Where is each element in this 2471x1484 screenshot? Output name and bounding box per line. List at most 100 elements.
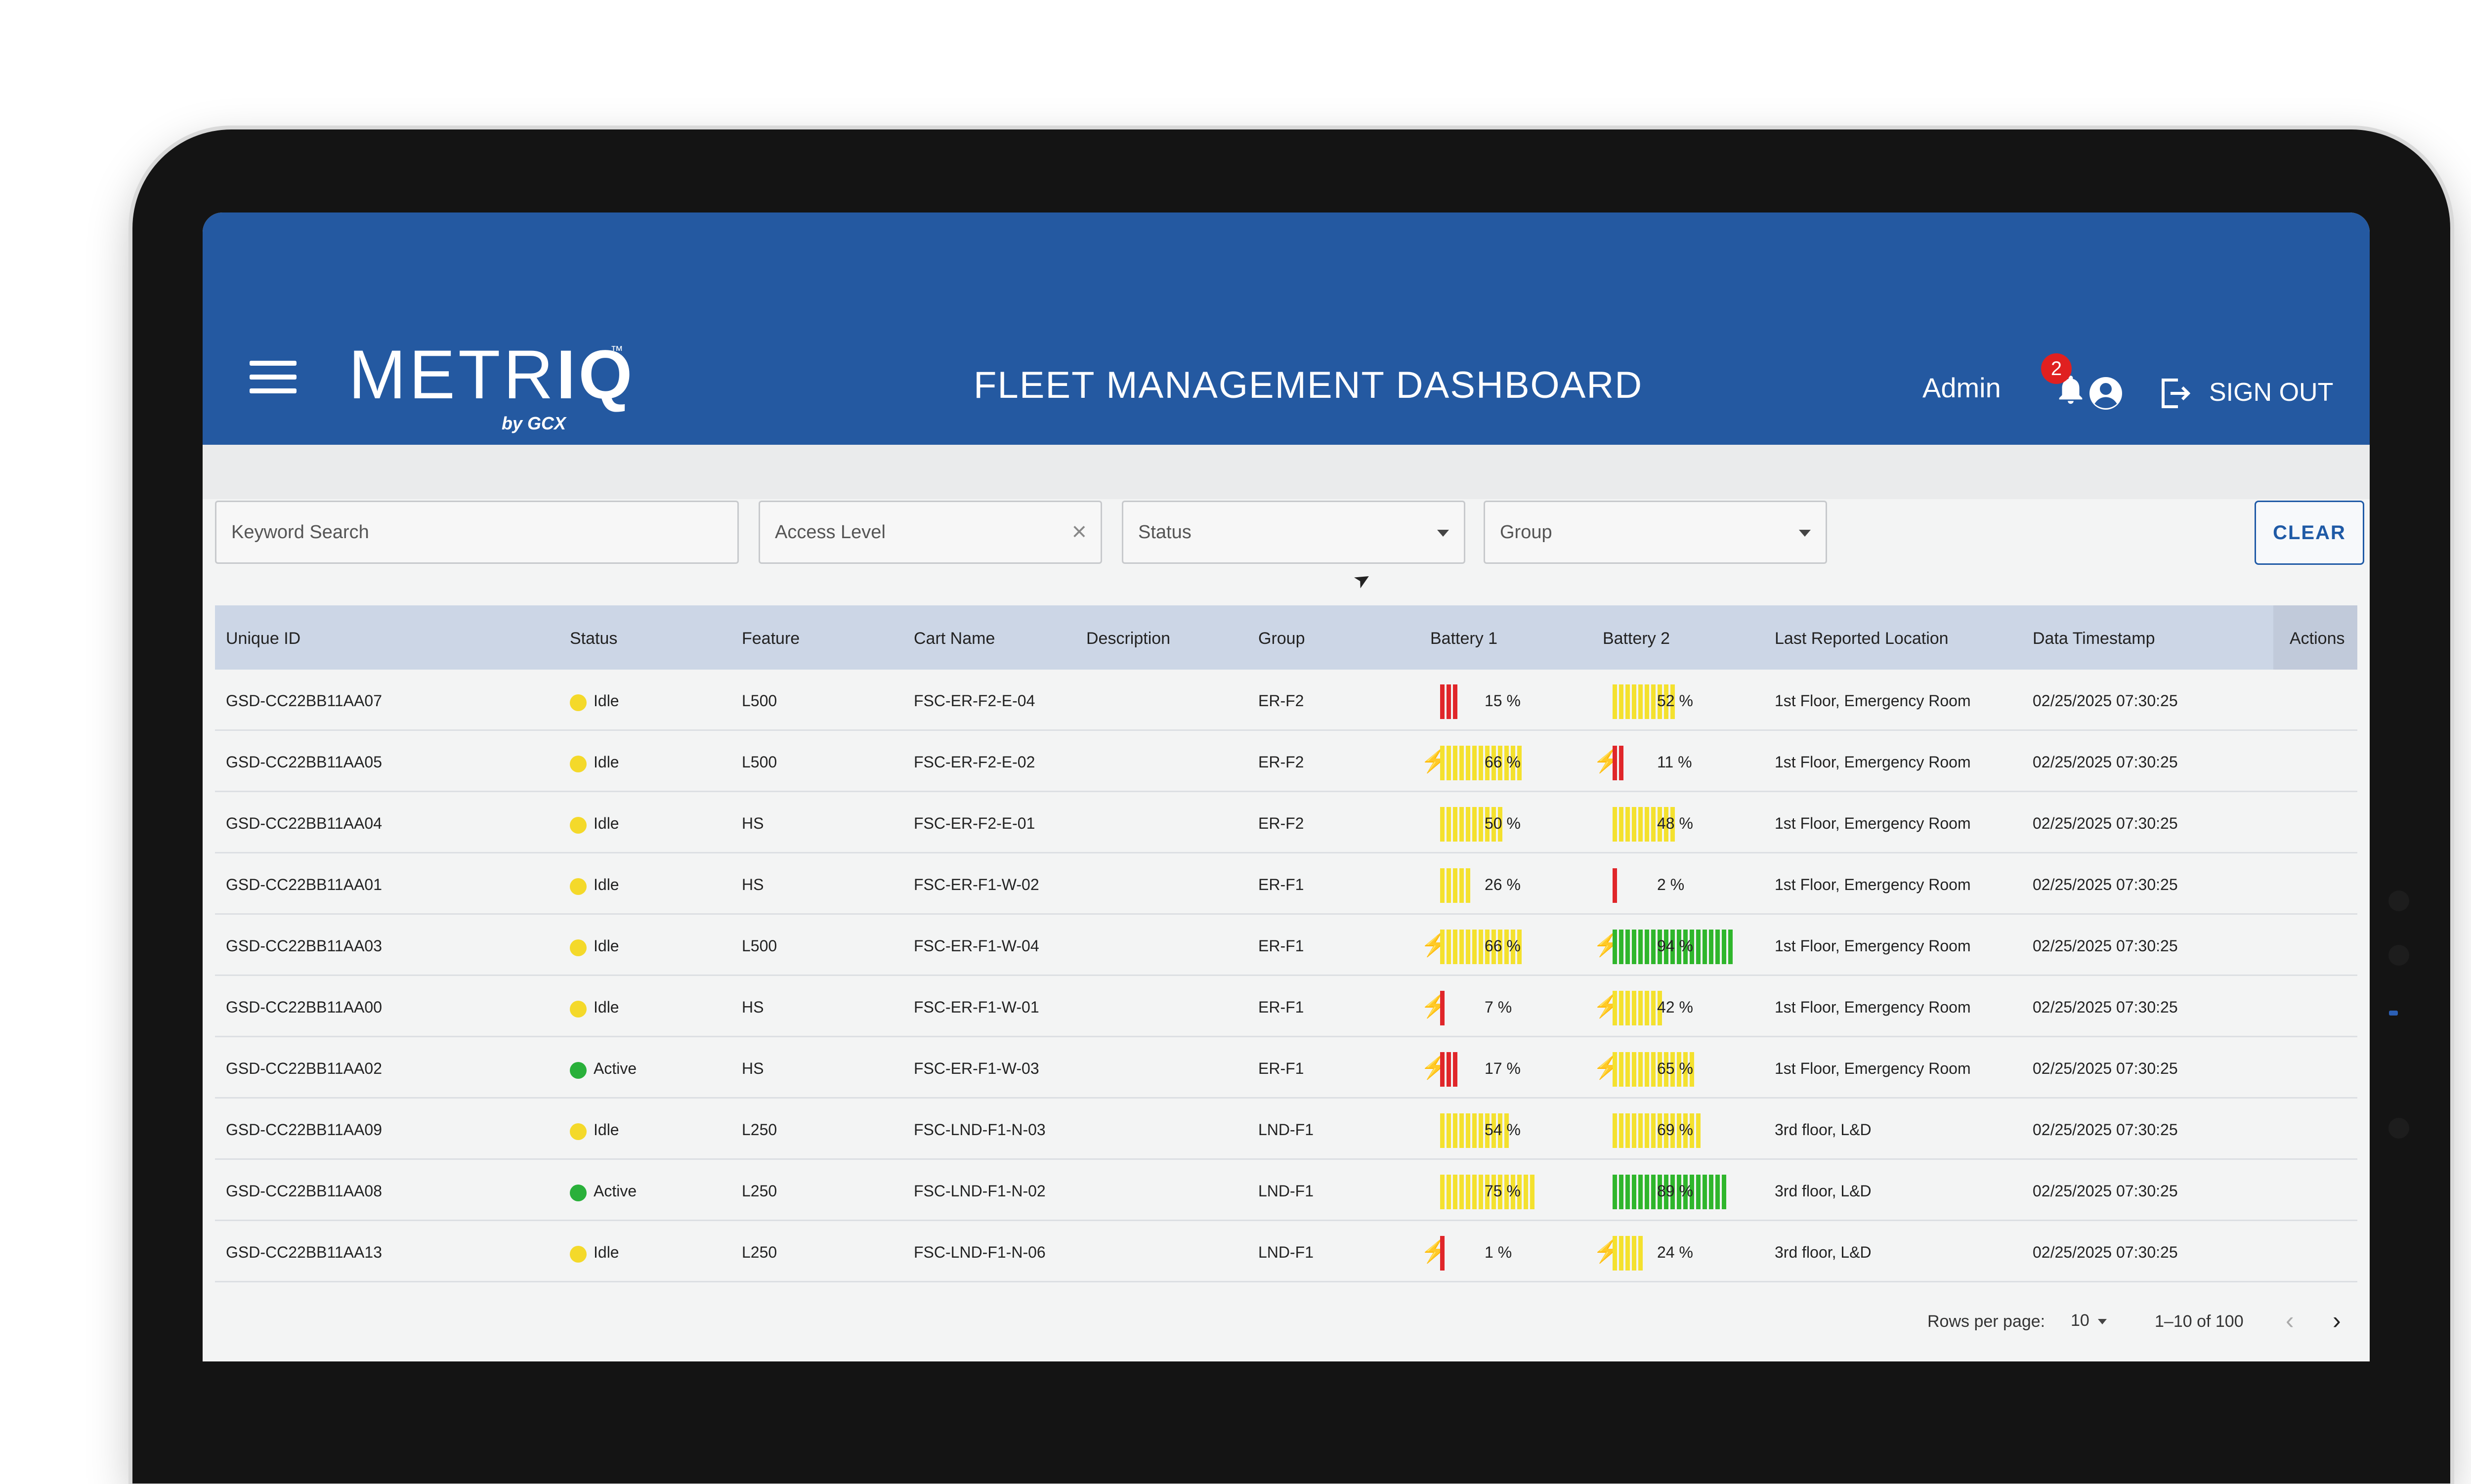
feature-cell: L250 (742, 1182, 777, 1200)
access-level-field[interactable]: Access Level × (759, 501, 1102, 564)
sign-out-button[interactable]: SIGN OUT (2209, 378, 2333, 407)
status-dot-icon (570, 878, 587, 895)
battery-1-percent: 66 % (1485, 753, 1521, 771)
menu-icon[interactable] (250, 361, 297, 395)
table-row[interactable]: GSD-CC22BB11AA05 Idle L500 FSC-ER-F2-E-02 ER… (215, 731, 2357, 792)
feature-cell: L500 (742, 753, 777, 771)
feature-cell: L500 (742, 692, 777, 710)
status-cell: Idle (594, 876, 619, 893)
cart-name-cell: FSC-LND-F1-N-03 (914, 1121, 1046, 1139)
camera-dot (2388, 945, 2409, 966)
table-row[interactable]: GSD-CC22BB11AA09 Idle L250 FSC-LND-F1-N-03 L… (215, 1099, 2357, 1160)
status-dot-icon (570, 1123, 587, 1140)
timestamp-cell: 02/25/2025 07:30:25 (2033, 1060, 2178, 1077)
group-cell: ER-F1 (1258, 876, 1304, 893)
unique-id-cell: GSD-CC22BB11AA04 (226, 814, 382, 832)
column-header[interactable]: Cart Name (914, 629, 995, 648)
battery-2-percent: 24 % (1657, 1243, 1693, 1261)
table-row[interactable]: GSD-CC22BB11AA13 Idle L250 FSC-LND-F1-N-06 L… (215, 1221, 2357, 1282)
status-dot-icon (570, 694, 587, 711)
column-header[interactable]: Data Timestamp (2033, 629, 2155, 648)
cart-name-cell: FSC-ER-F1-W-01 (914, 998, 1039, 1016)
column-header[interactable]: Unique ID (226, 629, 300, 648)
rows-per-page-select[interactable]: 10 (2071, 1311, 2089, 1330)
status-cell: Idle (594, 998, 619, 1016)
timestamp-cell: 02/25/2025 07:30:25 (2033, 1243, 2178, 1261)
column-header[interactable]: Battery 1 (1430, 629, 1497, 648)
location-cell: 1st Floor, Emergency Room (1775, 1060, 1971, 1077)
feature-cell: L500 (742, 937, 777, 955)
group-select[interactable]: Group (1484, 501, 1827, 564)
feature-cell: HS (742, 876, 764, 893)
unique-id-cell: GSD-CC22BB11AA00 (226, 998, 382, 1016)
keyword-search-input[interactable]: Keyword Search (215, 501, 739, 564)
cart-name-cell: FSC-ER-F1-W-02 (914, 876, 1039, 893)
group-cell: LND-F1 (1258, 1121, 1314, 1139)
table-row[interactable]: GSD-CC22BB11AA00 Idle HS FSC-ER-F1-W-01 ER-F… (215, 976, 2357, 1037)
table-row[interactable]: GSD-CC22BB11AA08 Active L250 FSC-LND-F1-N-0… (215, 1160, 2357, 1221)
battery-1-bar (1440, 1236, 1445, 1271)
clear-button[interactable]: CLEAR (2255, 501, 2364, 565)
location-cell: 1st Floor, Emergency Room (1775, 998, 1971, 1016)
next-page-icon[interactable]: › (2333, 1306, 2341, 1335)
location-cell: 1st Floor, Emergency Room (1775, 937, 1971, 955)
feature-cell: L250 (742, 1121, 777, 1139)
app-header: METRIQ ™ by GCX FLEET MANAGEMENT DASHBOA… (203, 212, 2370, 445)
battery-2-bar (1613, 991, 1662, 1025)
battery-1-bar (1440, 868, 1470, 903)
sign-out-icon[interactable] (2157, 376, 2193, 411)
location-cell: 3rd floor, L&D (1775, 1121, 1872, 1139)
feature-cell: HS (742, 1060, 764, 1077)
location-cell: 1st Floor, Emergency Room (1775, 814, 1971, 832)
location-cell: 3rd floor, L&D (1775, 1243, 1872, 1261)
column-header[interactable]: Group (1258, 629, 1305, 648)
account-icon[interactable] (2088, 376, 2124, 411)
column-header: Actions (2290, 629, 2345, 648)
status-cell: Active (594, 1182, 637, 1200)
status-cell: Idle (594, 814, 619, 832)
column-header[interactable]: Description (1086, 629, 1170, 648)
status-dot-icon (570, 1001, 587, 1018)
battery-1-percent: 75 % (1485, 1182, 1521, 1200)
column-header[interactable]: Last Reported Location (1775, 629, 1949, 648)
table-row[interactable]: GSD-CC22BB11AA07 Idle L500 FSC-ER-F2-E-04 ER… (215, 670, 2357, 731)
status-cell: Idle (594, 753, 619, 771)
group-cell: ER-F1 (1258, 1060, 1304, 1077)
battery-2-bar (1613, 868, 1617, 903)
group-cell: ER-F1 (1258, 937, 1304, 955)
group-cell: LND-F1 (1258, 1182, 1314, 1200)
group-cell: LND-F1 (1258, 1243, 1314, 1261)
status-select[interactable]: Status (1122, 501, 1465, 564)
table-row[interactable]: GSD-CC22BB11AA03 Idle L500 FSC-ER-F1-W-04 ER… (215, 915, 2357, 976)
column-header[interactable]: Battery 2 (1603, 629, 1670, 648)
previous-page-icon[interactable]: ‹ (2286, 1306, 2294, 1335)
clear-x-icon[interactable]: × (1072, 519, 1087, 545)
pagination: Rows per page: 10 1–10 of 100 ‹ › (203, 1307, 2370, 1352)
unique-id-cell: GSD-CC22BB11AA01 (226, 876, 382, 893)
location-cell: 1st Floor, Emergency Room (1775, 692, 1971, 710)
camera-dot (2388, 1118, 2409, 1139)
location-cell: 1st Floor, Emergency Room (1775, 876, 1971, 893)
timestamp-cell: 02/25/2025 07:30:25 (2033, 937, 2178, 955)
cart-name-cell: FSC-ER-F2-E-02 (914, 753, 1035, 771)
table-row[interactable]: GSD-CC22BB11AA01 Idle HS FSC-ER-F1-W-02 ER-F… (215, 853, 2357, 915)
battery-2-percent: 69 % (1657, 1121, 1693, 1139)
feature-cell: L250 (742, 1243, 777, 1261)
battery-1-percent: 50 % (1485, 814, 1521, 832)
battery-2-bar (1613, 746, 1623, 780)
column-header[interactable]: Feature (742, 629, 800, 648)
status-cell: Active (594, 1060, 637, 1077)
cart-name-cell: FSC-ER-F1-W-03 (914, 1060, 1039, 1077)
cart-name-cell: FSC-LND-F1-N-02 (914, 1182, 1046, 1200)
cart-name-cell: FSC-LND-F1-N-06 (914, 1243, 1046, 1261)
chevron-down-icon[interactable] (2098, 1319, 2107, 1324)
table-row[interactable]: GSD-CC22BB11AA02 Active HS FSC-ER-F1-W-03 ER… (215, 1037, 2357, 1099)
unique-id-cell: GSD-CC22BB11AA07 (226, 692, 382, 710)
app-screen: METRIQ ™ by GCX FLEET MANAGEMENT DASHBOA… (203, 212, 2370, 1361)
column-header[interactable]: Status (570, 629, 617, 648)
table-row[interactable]: GSD-CC22BB11AA04 Idle HS FSC-ER-F2-E-01 ER-F… (215, 792, 2357, 853)
battery-2-percent: 11 % (1657, 753, 1692, 771)
status-select-label: Status (1138, 522, 1192, 543)
location-cell: 1st Floor, Emergency Room (1775, 753, 1971, 771)
keyword-search-placeholder: Keyword Search (231, 522, 369, 543)
